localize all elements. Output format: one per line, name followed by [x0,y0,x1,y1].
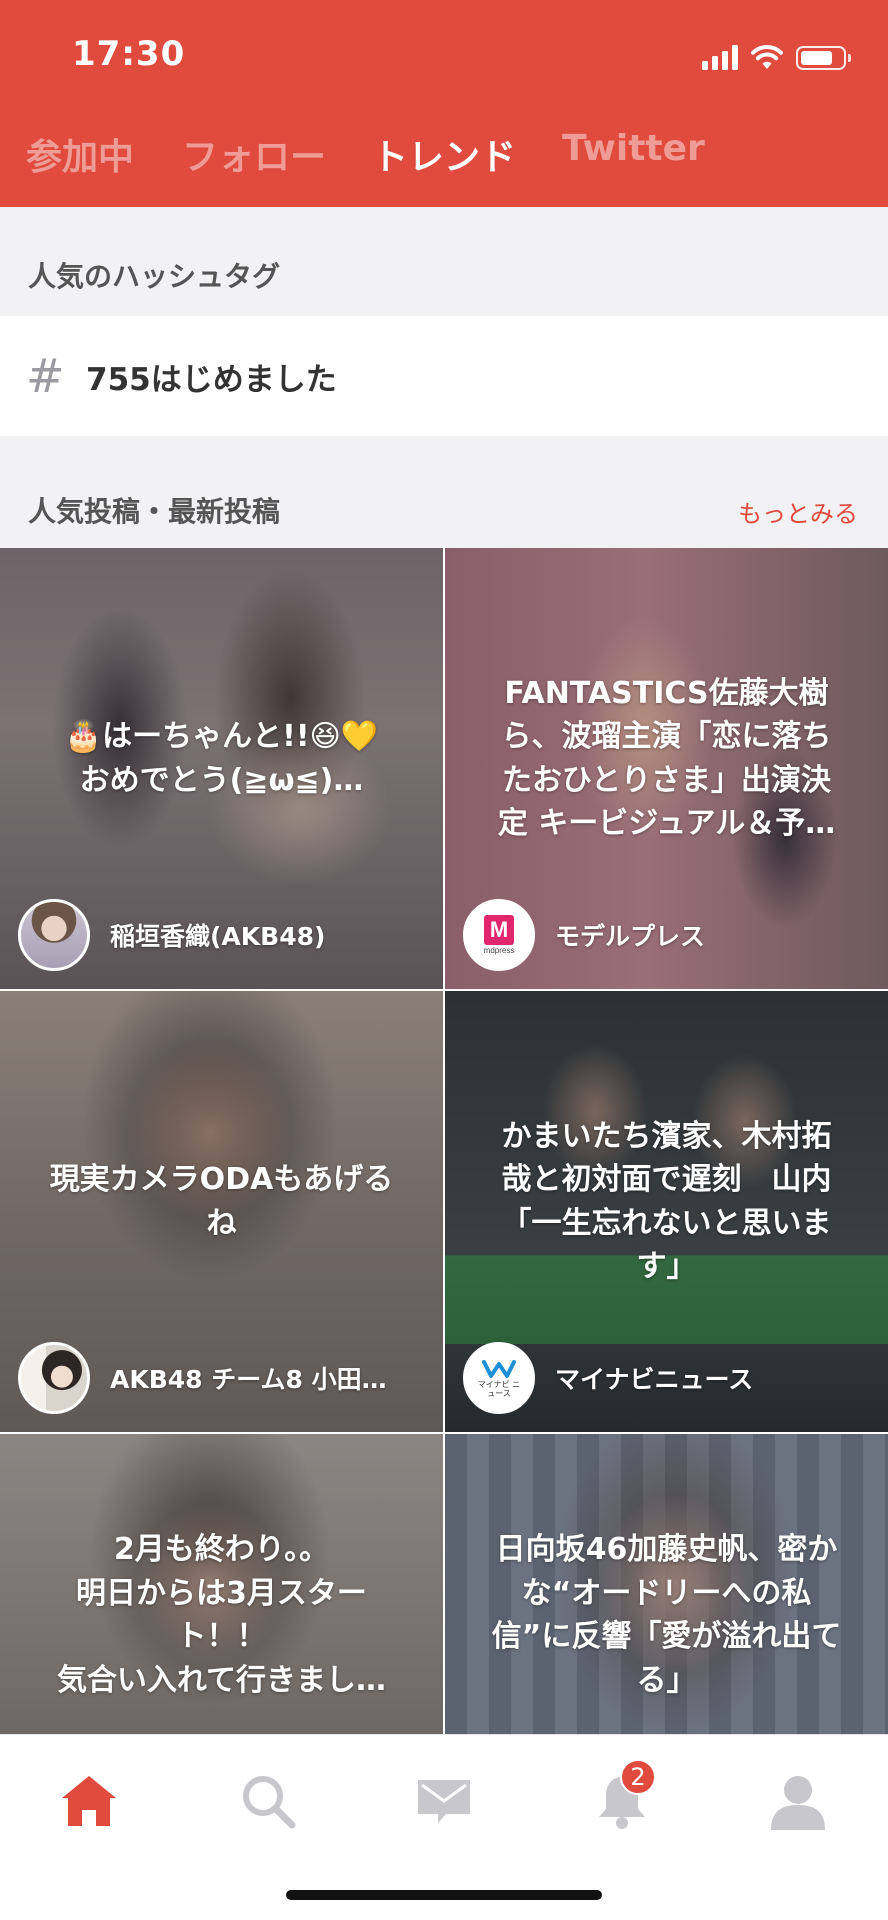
battery-icon [796,46,851,70]
post-author[interactable]: 稲垣香織(AKB48) [18,899,325,971]
post-card[interactable]: 🎂はーちゃんと!!😆💛 おめでとう(≧ω≦)… 稲垣香織(AKB48) [0,548,443,989]
tab-twitter[interactable]: Twitter [562,128,705,169]
bottom-navigation: 2 [0,1734,888,1920]
hashtag-section-title: 人気のハッシュタグ [28,260,281,293]
post-author[interactable]: AKB48 チーム8 小田… [18,1342,387,1414]
mynavi-logo-icon: マイナビ ニュース [463,1342,535,1414]
home-icon [62,1776,116,1826]
tab-participating[interactable]: 参加中 [26,128,134,180]
cellular-signal-icon [702,44,738,70]
app-header: 17:30 参加中 フォロー トレンド Twitter [0,0,888,207]
posts-grid: 🎂はーちゃんと!!😆💛 おめでとう(≧ω≦)… 稲垣香織(AKB48) FANT… [0,548,888,1734]
status-time: 17:30 [72,34,186,74]
notification-badge: 2 [620,1759,656,1795]
post-card[interactable]: FANTASTICS佐藤大樹 ら、波瑠主演「恋に落ち たおひとりさま」出演決 定… [445,548,888,989]
status-icons [702,40,851,70]
top-tabs: 参加中 フォロー トレンド Twitter [0,128,888,188]
posts-section-title: 人気投稿・最新投稿 [28,495,281,528]
post-title: 2月も終わり。。 明日からは3月スター ト！！ 気合い入れて行きまし… [56,1532,387,1698]
battery-level [801,51,832,65]
hashtag-section-header: 人気のハッシュタグ [0,207,888,316]
home-indicator[interactable] [286,1890,602,1900]
search-icon [243,1776,296,1829]
author-name: モデルプレス [555,922,706,951]
post-card[interactable]: かまいたち濱家、木村拓 哉と初対面で遅刻 山内 「一生忘れないと思いま す」 マ… [445,991,888,1432]
tab-trend[interactable]: トレンド [372,128,516,180]
post-author[interactable]: マイナビ ニュース マイナビニュース [463,1342,753,1414]
see-more-link[interactable]: もっとみる [738,494,858,529]
mail-icon [418,1780,470,1823]
post-card[interactable]: 日向坂46加藤史帆、密か な“オードリーへの私 信”に反響「愛が溢れ出て る」 [445,1434,888,1734]
author-name: AKB48 チーム8 小田… [110,1365,387,1394]
nav-profile[interactable] [758,1761,838,1841]
post-title: 日向坂46加藤史帆、密か な“オードリーへの私 信”に反響「愛が溢れ出て る」 [491,1532,842,1698]
tab-follow[interactable]: フォロー [182,128,326,180]
nav-search[interactable] [228,1761,308,1841]
author-avatar [18,1342,90,1414]
hashtag-label: 755はじめました [86,361,337,398]
author-avatar [18,899,90,971]
author-name: マイナビニュース [555,1365,754,1394]
wifi-icon [751,45,783,69]
hashtag-icon: # [26,349,65,403]
nav-notifications[interactable]: 2 [582,1759,662,1841]
posts-section-header: 人気投稿・最新投稿 もっとみる [0,436,888,548]
post-card[interactable]: 2月も終わり。。 明日からは3月スター ト！！ 気合い入れて行きまし… [0,1434,443,1734]
profile-icon [771,1776,825,1830]
post-author[interactable]: M mdpress モデルプレス [463,899,705,971]
author-name: 稲垣香織(AKB48) [110,922,326,951]
modelpress-logo-icon: M mdpress [463,899,535,971]
nav-home[interactable] [49,1761,129,1841]
post-card[interactable]: 現実カメラODAもあげる ね AKB48 チーム8 小田… [0,991,443,1432]
nav-messages[interactable] [404,1761,484,1841]
hashtag-item[interactable]: # 755はじめました [0,316,888,436]
mynavi-mark-icon [482,1359,516,1378]
